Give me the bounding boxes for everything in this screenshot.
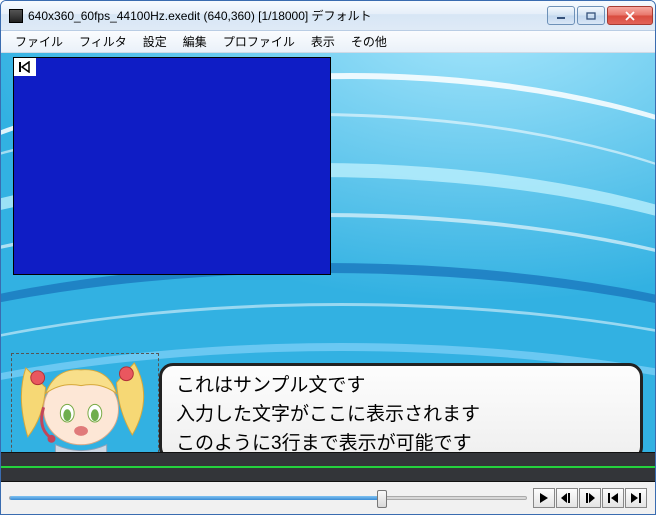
dialog-line-1: これはサンプル文です <box>176 370 626 397</box>
transport-buttons <box>533 488 647 508</box>
seek-slider[interactable] <box>9 496 527 500</box>
menu-profile[interactable]: プロファイル <box>215 31 303 52</box>
preview-area[interactable]: これはサンプル文です 入力した文字がここに表示されます このように3行まで表示が… <box>1 53 655 452</box>
frame-start-marker[interactable] <box>14 58 36 76</box>
dialog-line-3: このように3行まで表示が可能です <box>176 428 626 453</box>
timeline-track <box>1 466 655 468</box>
step-forward-button[interactable] <box>579 488 601 508</box>
maximize-button[interactable] <box>577 6 605 25</box>
step-back-button[interactable] <box>556 488 578 508</box>
close-icon <box>624 11 636 21</box>
dialog-line-2: 入力した文字がここに表示されます <box>176 399 626 426</box>
skip-end-button[interactable] <box>625 488 647 508</box>
playback-controls <box>1 482 655 514</box>
play-icon <box>539 493 549 503</box>
timeline[interactable] <box>1 452 655 482</box>
menubar: ファイル フィルタ 設定 編集 プロファイル 表示 その他 <box>1 31 655 53</box>
minimize-button[interactable] <box>547 6 575 25</box>
menu-filter[interactable]: フィルタ <box>71 31 135 52</box>
character-illustration <box>16 358 154 452</box>
skip-start-button[interactable] <box>602 488 624 508</box>
video-preview-frame[interactable] <box>13 57 331 275</box>
app-window: 640x360_60fps_44100Hz.exedit (640,360) [… <box>0 0 656 515</box>
menu-other[interactable]: その他 <box>343 31 395 52</box>
close-button[interactable] <box>607 6 653 25</box>
step-back-icon <box>561 493 573 503</box>
frame-start-icon <box>18 61 32 73</box>
menu-settings[interactable]: 設定 <box>135 31 175 52</box>
character-layer-bounds[interactable] <box>11 353 159 452</box>
maximize-icon <box>586 12 596 20</box>
skip-start-icon <box>607 493 619 503</box>
dialog-box[interactable]: これはサンプル文です 入力した文字がここに表示されます このように3行まで表示が… <box>159 363 643 452</box>
menu-view[interactable]: 表示 <box>303 31 343 52</box>
skip-end-icon <box>630 493 642 503</box>
menu-edit[interactable]: 編集 <box>175 31 215 52</box>
window-controls <box>547 6 653 25</box>
window-title: 640x360_60fps_44100Hz.exedit (640,360) [… <box>28 7 547 24</box>
play-button[interactable] <box>533 488 555 508</box>
step-forward-icon <box>584 493 596 503</box>
seek-thumb[interactable] <box>377 490 387 508</box>
minimize-icon <box>556 12 566 20</box>
titlebar[interactable]: 640x360_60fps_44100Hz.exedit (640,360) [… <box>1 1 655 31</box>
menu-file[interactable]: ファイル <box>7 31 71 52</box>
app-icon <box>9 9 23 23</box>
seek-fill <box>10 496 382 500</box>
